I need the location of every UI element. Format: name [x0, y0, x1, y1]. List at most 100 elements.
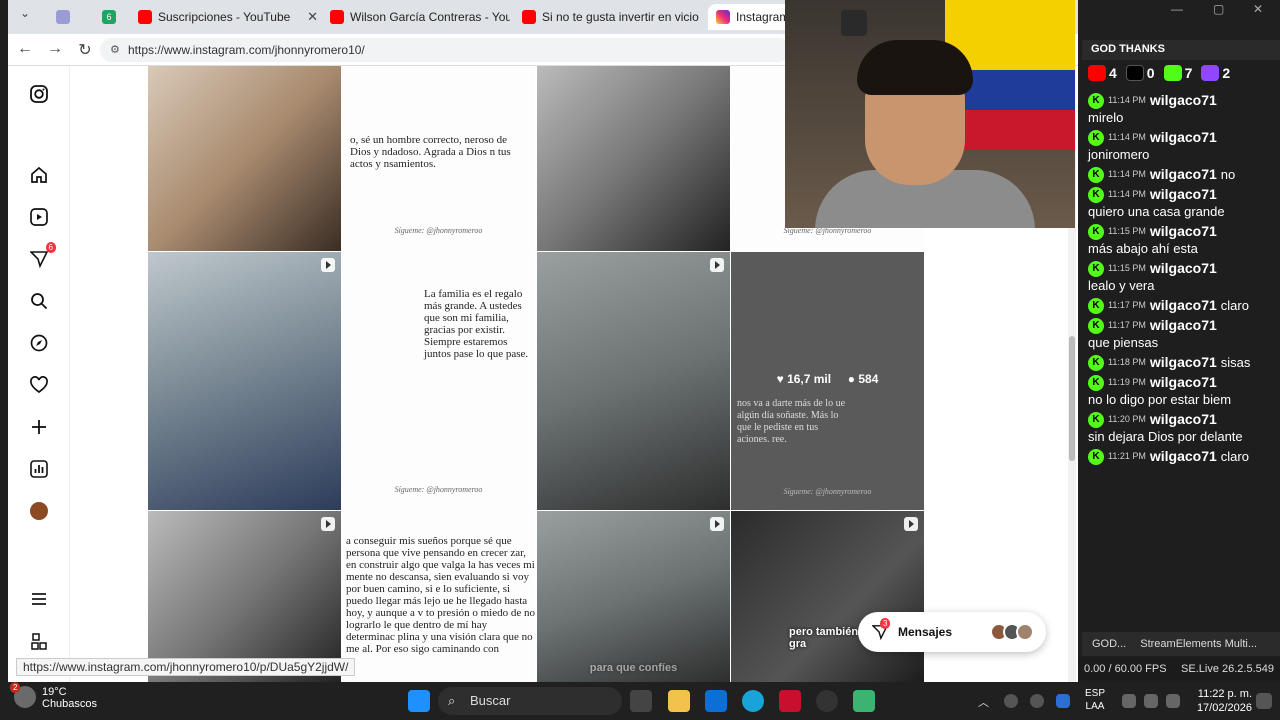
file-explorer-icon[interactable]: [668, 690, 690, 712]
post-thumbnail[interactable]: a conseguir mis sueños porque sé que per…: [342, 511, 535, 682]
message-time: 11:14 PM: [1108, 95, 1146, 105]
post-thumbnail-hovered[interactable]: ♥ 16,7 mil ● 584 nos va a darte más de l…: [731, 252, 924, 510]
youtube-count: 4: [1109, 65, 1117, 81]
message-time: 11:17 PM: [1108, 320, 1146, 330]
post-thumbnail[interactable]: pero también sueñas en gra: [731, 511, 924, 682]
reload-icon[interactable]: ↻: [74, 40, 96, 60]
reel-icon: [321, 258, 335, 272]
forward-icon[interactable]: →: [44, 40, 66, 58]
notifications-badge: 6: [45, 242, 56, 253]
network-icon[interactable]: [1122, 694, 1136, 708]
heart-icon[interactable]: [28, 374, 50, 396]
microphone-icon[interactable]: [1030, 694, 1044, 708]
task-view-icon[interactable]: [630, 690, 652, 712]
search-icon[interactable]: [28, 290, 50, 312]
post-thumbnail[interactable]: [537, 252, 730, 510]
volume-icon[interactable]: [1144, 694, 1158, 708]
more-apps-icon[interactable]: [28, 630, 50, 652]
language-indicator[interactable]: ESP LAA: [1085, 687, 1105, 713]
like-icon: ♥: [776, 372, 784, 386]
obs-tab-streamelements[interactable]: StreamElements Multi...: [1140, 638, 1257, 650]
chat-message: K 11:19 PM wilgaco71 no lo digo por estar b…: [1082, 374, 1280, 408]
messages-label: Mensajes: [898, 625, 953, 639]
minimize-icon[interactable]: —: [1171, 2, 1183, 16]
message-text: claro: [1220, 449, 1249, 464]
taskbar-search[interactable]: ⌕ Buscar: [438, 687, 622, 715]
tab-pinned-1[interactable]: [56, 4, 86, 30]
message-time: 11:14 PM: [1108, 132, 1146, 142]
weather-widget[interactable]: 2 19°C Chubascos: [10, 682, 97, 710]
kick-icon: K: [1088, 448, 1104, 465]
message-time: 11:15 PM: [1108, 226, 1146, 236]
app-tray-icon[interactable]: [1056, 694, 1070, 708]
store-icon[interactable]: [705, 690, 727, 712]
post-thumbnail[interactable]: [537, 66, 730, 251]
post-thumbnail[interactable]: o, sé un hombre correcto, neroso de Dios…: [342, 66, 535, 251]
sync-icon[interactable]: [1004, 694, 1018, 708]
message-time: 11:18 PM: [1108, 357, 1146, 367]
tab-pinned-2[interactable]: 6: [102, 4, 142, 30]
post-thumbnail[interactable]: [148, 252, 341, 510]
profile-avatar[interactable]: [28, 500, 50, 522]
streamer-hair: [857, 40, 973, 95]
instagram-logo-icon[interactable]: [28, 83, 50, 105]
message-user: wilgaco71: [1149, 448, 1217, 464]
post-thumbnail[interactable]: para que confíes: [537, 511, 730, 682]
menu-icon[interactable]: [28, 588, 50, 610]
avatar: [30, 502, 48, 520]
fps-readout: 0.00 / 60.00 FPS: [1084, 663, 1167, 675]
favicon-icon: [56, 10, 70, 24]
close-tab-icon[interactable]: ✕: [307, 9, 318, 25]
clock[interactable]: 11:22 p. m. 17/02/2026: [1192, 687, 1252, 715]
kick-icon: K: [1088, 354, 1104, 371]
app-icon[interactable]: [779, 690, 801, 712]
favicon-icon: 6: [102, 10, 116, 24]
create-plus-icon[interactable]: [28, 416, 50, 438]
clock-time: 11:22 p. m.: [1197, 688, 1252, 700]
windows-start-icon[interactable]: [408, 690, 430, 712]
message-text: lealo y vera: [1088, 278, 1155, 293]
site-info-icon[interactable]: ⚙: [110, 38, 120, 62]
chat-message: K 11:14 PM wilgaco71 mirelo: [1082, 92, 1280, 126]
tab-search-icon[interactable]: ⌄: [14, 6, 36, 20]
back-icon[interactable]: ←: [14, 40, 36, 58]
kick-icon: K: [1088, 129, 1104, 146]
scrollbar-thumb[interactable]: [1069, 336, 1075, 461]
tab-youtube-video[interactable]: Si no te gusta invertir en vicio ✕: [522, 4, 702, 30]
kick-icon: K: [1088, 186, 1104, 203]
tab-youtube-wilson[interactable]: Wilson García Contreras - YouTu ✕: [330, 4, 510, 30]
insights-icon[interactable]: [28, 458, 50, 480]
obs-tab-god[interactable]: GOD...: [1092, 638, 1126, 650]
maximize-icon[interactable]: ▢: [1213, 2, 1224, 16]
close-icon[interactable]: ✕: [1253, 2, 1263, 16]
message-user: wilgaco71: [1149, 166, 1217, 182]
app-icon[interactable]: [853, 690, 875, 712]
instagram-icon: [716, 10, 730, 24]
chevron-up-icon[interactable]: ︿: [978, 694, 992, 709]
notifications-icon[interactable]: [1256, 693, 1272, 709]
url-field[interactable]: ⚙ https://www.instagram.com/jhonnyromero…: [100, 38, 790, 62]
edge-icon[interactable]: [742, 690, 764, 712]
chat-title: GOD THANKS: [1082, 40, 1280, 60]
message-time: 11:21 PM: [1108, 451, 1146, 461]
message-text: no lo digo por estar biem: [1088, 392, 1232, 407]
youtube-icon: [330, 10, 344, 24]
obs-icon[interactable]: [816, 690, 838, 712]
post-signature: Sígueme: @jhonnyromeroo: [783, 487, 872, 496]
messages-pill[interactable]: 3 Mensajes: [858, 612, 1046, 652]
direct-messages-icon[interactable]: 6: [28, 242, 56, 270]
message-user: wilgaco71: [1149, 354, 1217, 370]
explore-icon[interactable]: [28, 332, 50, 354]
post-thumbnail[interactable]: [148, 66, 341, 251]
chat-message: K 11:14 PM wilgaco71 no: [1082, 166, 1280, 183]
home-icon[interactable]: [28, 164, 50, 186]
reels-icon[interactable]: [28, 206, 50, 228]
battery-icon[interactable]: [1166, 694, 1180, 708]
post-thumbnail[interactable]: La familia es el regalo más grande. A us…: [342, 252, 535, 510]
message-text: mirelo: [1088, 110, 1124, 125]
message-user: wilgaco71: [1149, 129, 1217, 145]
reel-icon: [710, 258, 724, 272]
clock-date: 17/02/2026: [1196, 702, 1252, 714]
tab-youtube-subs[interactable]: Suscripciones - YouTube ✕: [138, 4, 318, 30]
post-thumbnail[interactable]: [148, 511, 341, 682]
